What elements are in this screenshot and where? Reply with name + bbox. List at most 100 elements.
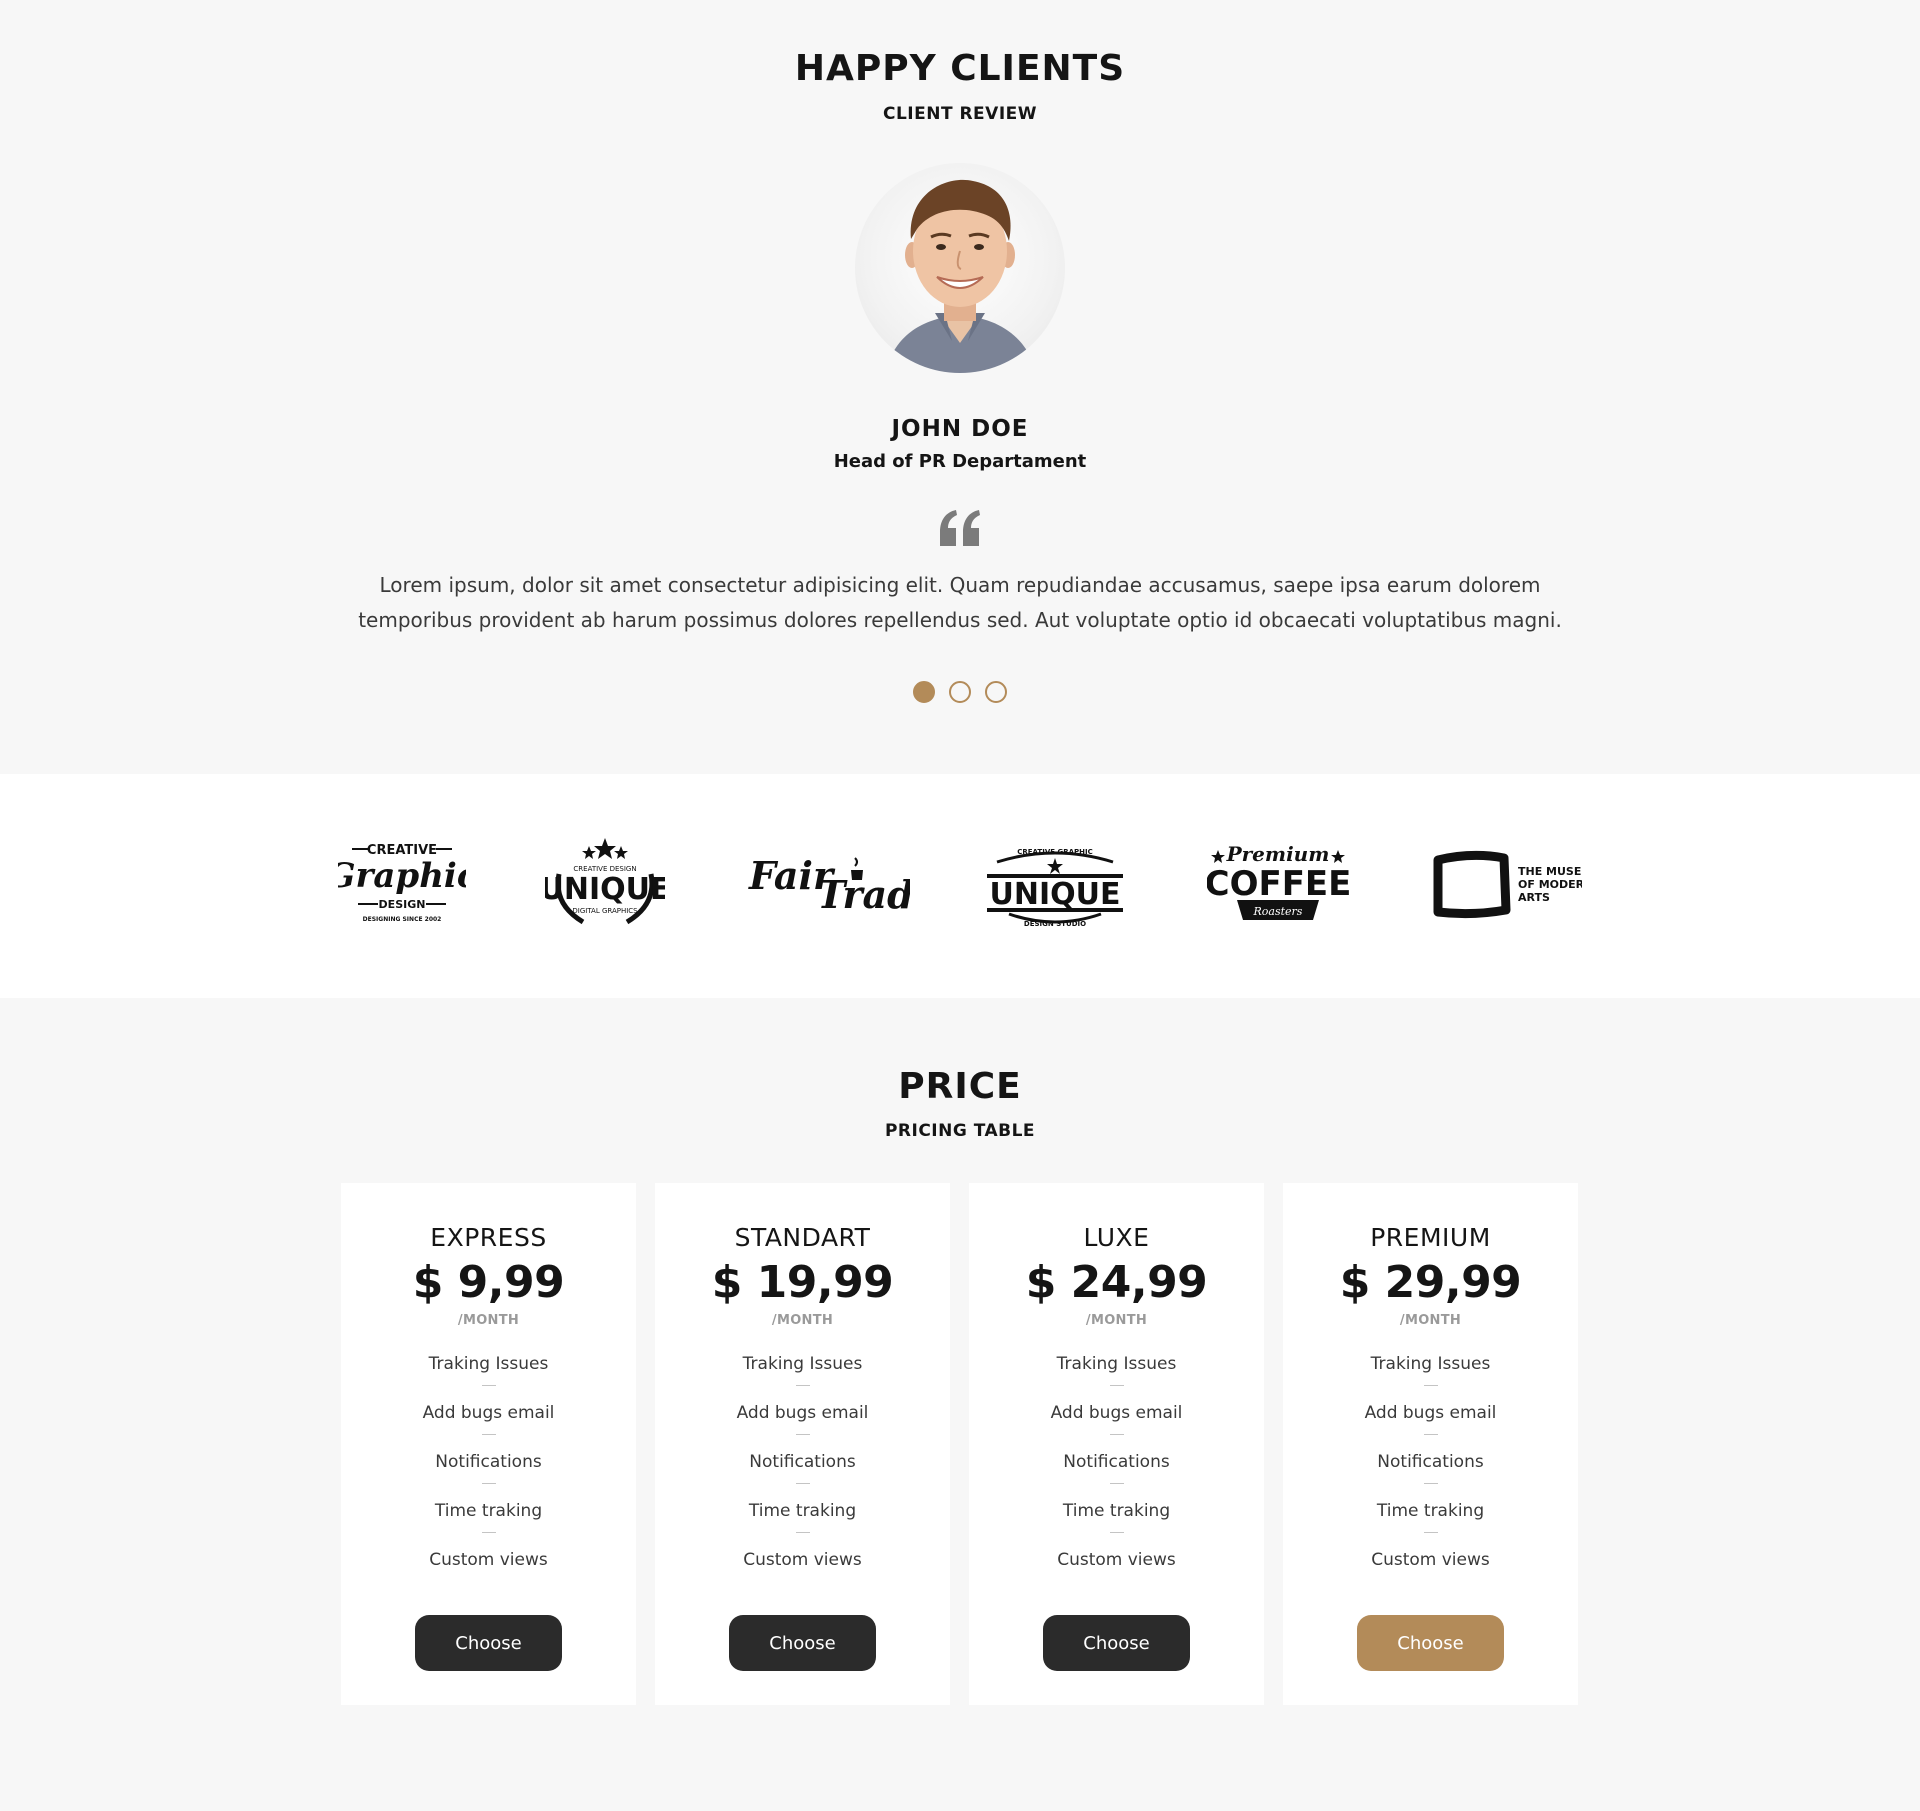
- feature-label: Add bugs email: [1364, 1403, 1497, 1423]
- section-title: HAPPY CLIENTS: [794, 48, 1126, 89]
- feature-item: Custom views: [341, 1548, 636, 1597]
- creative-graphic-design-logo: CREATIVE Graphic DESIGN DESIGNING SINCE …: [338, 834, 466, 944]
- plan-name: PREMIUM: [1370, 1223, 1491, 1252]
- feature-divider: [795, 1385, 810, 1386]
- premium-coffee-roasters-logo: Premium COFFEE Roasters: [1207, 834, 1349, 944]
- fair-trade-line-2: Trade: [817, 872, 910, 917]
- museum-line-3: ARTS: [1518, 891, 1550, 904]
- feature-divider: [1109, 1483, 1124, 1484]
- feature-divider: [481, 1434, 496, 1435]
- museum-line-2: OF MODERN: [1518, 878, 1582, 891]
- brands-section: CREATIVE Graphic DESIGN DESIGNING SINCE …: [0, 774, 1920, 998]
- choose-button-premium[interactable]: Choose: [1357, 1615, 1504, 1671]
- feature-item: Add bugs email: [1283, 1401, 1578, 1450]
- client-role: Head of PR Departament: [833, 451, 1087, 472]
- pricing-card-express: EXPRESS $ 9,99 /MONTH Traking Issues Add…: [341, 1183, 636, 1705]
- feature-label: Custom views: [743, 1550, 862, 1570]
- plan-price: $ 29,99: [1339, 1257, 1522, 1308]
- creative-graphic-line-4: DESIGNING SINCE 2002: [363, 916, 442, 923]
- plan-period: /MONTH: [1085, 1313, 1148, 1328]
- feature-divider: [795, 1532, 810, 1533]
- plan-name: STANDART: [734, 1223, 871, 1252]
- feature-label: Time traking: [1062, 1501, 1171, 1521]
- slider-dot-3[interactable]: [985, 681, 1007, 703]
- feature-label: Add bugs email: [736, 1403, 869, 1423]
- client-avatar: [855, 163, 1065, 373]
- feature-label: Notifications: [749, 1452, 856, 1472]
- feature-list: Traking Issues Add bugs email Notificati…: [341, 1352, 636, 1597]
- slider-dot-2[interactable]: [949, 681, 971, 703]
- feature-item: Traking Issues: [969, 1352, 1264, 1401]
- feature-label: Notifications: [1377, 1452, 1484, 1472]
- plan-period: /MONTH: [1399, 1313, 1462, 1328]
- feature-label: Add bugs email: [422, 1403, 555, 1423]
- page: HAPPY CLIENTS CLIENT REVIEW JOHN DOE Hea…: [0, 0, 1920, 1811]
- feature-list: Traking Issues Add bugs email Notificati…: [655, 1352, 950, 1597]
- pricing-section: PRICE PRICING TABLE EXPRESS $ 9,99 /MONT…: [0, 998, 1920, 1811]
- feature-item: Add bugs email: [655, 1401, 950, 1450]
- pricing-card-luxe: LUXE $ 24,99 /MONTH Traking Issues Add b…: [969, 1183, 1264, 1705]
- unique-digital-graphics-logo: CREATIVE DESIGN UNIQUE DIGITAL GRAPHICS: [545, 834, 665, 944]
- unique-digital-line-3: DIGITAL GRAPHICS: [572, 907, 638, 915]
- feature-item: Time traking: [969, 1499, 1264, 1548]
- feature-item: Time traking: [341, 1499, 636, 1548]
- museum-of-modern-arts-logo: THE MUSEUM OF MODERN ARTS: [1432, 834, 1582, 944]
- review-text: Lorem ipsum, dolor sit amet consectetur …: [340, 568, 1580, 638]
- choose-button-luxe[interactable]: Choose: [1043, 1615, 1190, 1671]
- feature-item: Add bugs email: [341, 1401, 636, 1450]
- unique-design-studio-logo: CREATIVE GRAPHIC UNIQUE DESIGN STUDIO: [987, 834, 1123, 944]
- feature-label: Add bugs email: [1050, 1403, 1183, 1423]
- museum-line-1: THE MUSEUM: [1518, 865, 1582, 878]
- feature-item: Notifications: [655, 1450, 950, 1499]
- feature-divider: [1423, 1532, 1438, 1533]
- feature-divider: [481, 1483, 496, 1484]
- feature-divider: [1423, 1434, 1438, 1435]
- review-line-1: Lorem ipsum, dolor sit amet consectetur …: [379, 573, 1541, 597]
- feature-divider: [1109, 1532, 1124, 1533]
- feature-item: Add bugs email: [969, 1401, 1264, 1450]
- feature-label: Custom views: [1371, 1550, 1490, 1570]
- section-subtitle: PRICING TABLE: [884, 1121, 1036, 1141]
- feature-label: Time traking: [748, 1501, 857, 1521]
- choose-button-standart[interactable]: Choose: [729, 1615, 876, 1671]
- premium-coffee-line-3: Roasters: [1253, 905, 1303, 918]
- feature-label: Time traking: [434, 1501, 543, 1521]
- slider-dots: [0, 681, 1920, 703]
- slider-dot-1[interactable]: [913, 681, 935, 703]
- quote-icon: [938, 508, 982, 548]
- feature-divider: [1423, 1385, 1438, 1386]
- feature-divider: [795, 1434, 810, 1435]
- feature-item: Traking Issues: [655, 1352, 950, 1401]
- feature-divider: [795, 1483, 810, 1484]
- creative-graphic-line-2: Graphic: [338, 856, 466, 896]
- choose-button-express[interactable]: Choose: [415, 1615, 562, 1671]
- unique-studio-line-2: UNIQUE: [990, 877, 1121, 912]
- unique-studio-line-3: DESIGN STUDIO: [1024, 920, 1086, 928]
- pricing-card-premium: PREMIUM $ 29,99 /MONTH Traking Issues Ad…: [1283, 1183, 1578, 1705]
- plan-period: /MONTH: [457, 1313, 520, 1328]
- feature-list: Traking Issues Add bugs email Notificati…: [1283, 1352, 1578, 1597]
- feature-item: Notifications: [969, 1450, 1264, 1499]
- pricing-card-standart: STANDART $ 19,99 /MONTH Traking Issues A…: [655, 1183, 950, 1705]
- plan-name: EXPRESS: [430, 1223, 547, 1252]
- feature-label: Traking Issues: [1370, 1354, 1491, 1374]
- premium-coffee-line-1: Premium: [1226, 842, 1330, 866]
- feature-label: Traking Issues: [428, 1354, 549, 1374]
- feature-label: Traking Issues: [742, 1354, 863, 1374]
- feature-item: Custom views: [969, 1548, 1264, 1597]
- feature-item: Traking Issues: [1283, 1352, 1578, 1401]
- unique-studio-line-1: CREATIVE GRAPHIC: [1017, 848, 1092, 856]
- feature-label: Traking Issues: [1056, 1354, 1177, 1374]
- feature-item: Time traking: [1283, 1499, 1578, 1548]
- plan-period: /MONTH: [771, 1313, 834, 1328]
- feature-label: Notifications: [1063, 1452, 1170, 1472]
- feature-item: Custom views: [1283, 1548, 1578, 1597]
- feature-divider: [1423, 1483, 1438, 1484]
- feature-item: Custom views: [655, 1548, 950, 1597]
- feature-label: Custom views: [1057, 1550, 1176, 1570]
- feature-divider: [481, 1385, 496, 1386]
- creative-graphic-line-3: DESIGN: [379, 898, 426, 911]
- feature-divider: [481, 1532, 496, 1533]
- client-name: JOHN DOE: [891, 416, 1029, 442]
- plan-name: LUXE: [1083, 1223, 1150, 1252]
